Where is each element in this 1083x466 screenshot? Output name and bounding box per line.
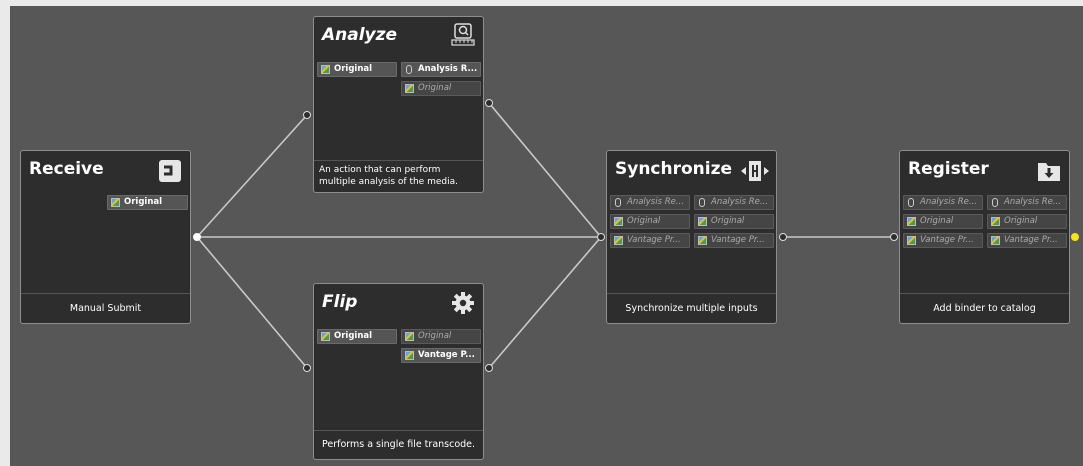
output-chip[interactable]: Vantage Pr... [987,233,1067,248]
node-title: Receive [29,159,104,179]
folder-download-icon [1038,163,1060,181]
synchronize-input-port[interactable] [597,233,605,241]
chip-label: Vantage Pr... [920,235,974,245]
chip-label: Analysis Re... [711,197,768,207]
node-footer: Manual Submit [21,293,190,323]
chip-label: Vantage Pr... [627,235,681,245]
media-icon [111,198,120,207]
node-footer: Synchronize multiple inputs [607,293,776,323]
paperclip-icon [699,198,705,207]
paperclip-icon [908,198,914,207]
input-chip[interactable]: Original [903,214,983,229]
receive-icon [159,160,181,182]
analyze-input-port[interactable] [303,111,311,119]
input-chip[interactable]: Vantage Pr... [610,233,690,248]
node-description: An action that can perform multiple anal… [314,160,483,192]
node-description: Performs a single file transcode. [314,430,483,459]
chip-label: Vantage P... [418,350,475,360]
chip-label: Original [1004,216,1038,226]
gear-icon [452,292,474,314]
paperclip-icon [406,65,412,74]
receive-node[interactable]: Receive Original Manual Submit [20,150,191,324]
media-icon [991,217,1000,226]
media-icon [614,236,623,245]
input-chip[interactable]: Analysis Re... [610,195,690,210]
input-chip[interactable]: Original [610,214,690,229]
output-chip[interactable]: Vantage P... [401,348,481,363]
synchronize-node[interactable]: Synchronize Analysis Re... Original Vant… [606,150,777,324]
chip-label: Analysis Re... [920,197,977,207]
media-icon [614,217,623,226]
input-chip[interactable]: Vantage Pr... [903,233,983,248]
chip-label: Analysis R... [418,64,478,74]
input-chip[interactable]: Analysis Re... [903,195,983,210]
chip-label: Original [711,216,745,226]
media-icon [405,332,414,341]
chip-label: Original [627,216,661,226]
media-icon [321,65,330,74]
chip-label: Vantage Pr... [1004,235,1058,245]
output-chip[interactable]: Original [987,214,1067,229]
analyze-node[interactable]: Analyze Original Analysis R... Original … [313,16,484,193]
register-node[interactable]: Register Analysis Re... Original Vantage… [899,150,1070,324]
register-input-port[interactable] [890,233,898,241]
chip-label: Analysis Re... [627,197,684,207]
input-chip[interactable]: Original [317,329,397,344]
output-chip[interactable]: Original [694,214,774,229]
output-chip[interactable]: Original [107,195,188,210]
paperclip-icon [615,198,621,207]
output-chip[interactable]: Analysis Re... [694,195,774,210]
flip-input-port[interactable] [303,364,311,372]
media-icon [405,351,414,360]
analyze-output-port[interactable] [485,99,493,107]
node-title: Analyze [322,25,398,45]
register-output-port[interactable] [1071,233,1079,241]
chip-label: Original [124,197,163,207]
chip-label: Analysis Re... [1004,197,1061,207]
media-icon [698,217,707,226]
output-chip[interactable]: Analysis R... [401,62,481,77]
flip-output-port[interactable] [485,364,493,372]
media-icon [405,84,414,93]
media-icon [698,236,707,245]
media-icon [907,217,916,226]
chip-label: Original [920,216,954,226]
chip-label: Vantage Pr... [711,235,765,245]
node-title: Flip [322,292,358,312]
output-chip[interactable]: Vantage Pr... [694,233,774,248]
paperclip-icon [992,198,998,207]
node-title: Register [908,159,989,179]
chip-label: Original [334,64,373,74]
analyze-icon [451,23,475,46]
chip-label: Original [418,83,452,93]
receive-output-port[interactable] [193,233,201,241]
output-chip[interactable]: Original [401,329,481,344]
output-chip[interactable]: Analysis Re... [987,195,1067,210]
chip-label: Original [418,331,452,341]
media-icon [907,236,916,245]
synchronize-icon [741,161,769,181]
flip-node[interactable]: Flip Original Original Vantage P... Perf… [313,283,484,460]
media-icon [321,332,330,341]
node-footer: Add binder to catalog [900,293,1069,323]
node-title: Synchronize [615,159,733,179]
output-chip[interactable]: Original [401,81,481,96]
media-icon [991,236,1000,245]
input-chip[interactable]: Original [317,62,397,77]
chip-label: Original [334,331,373,341]
synchronize-output-port[interactable] [779,233,787,241]
